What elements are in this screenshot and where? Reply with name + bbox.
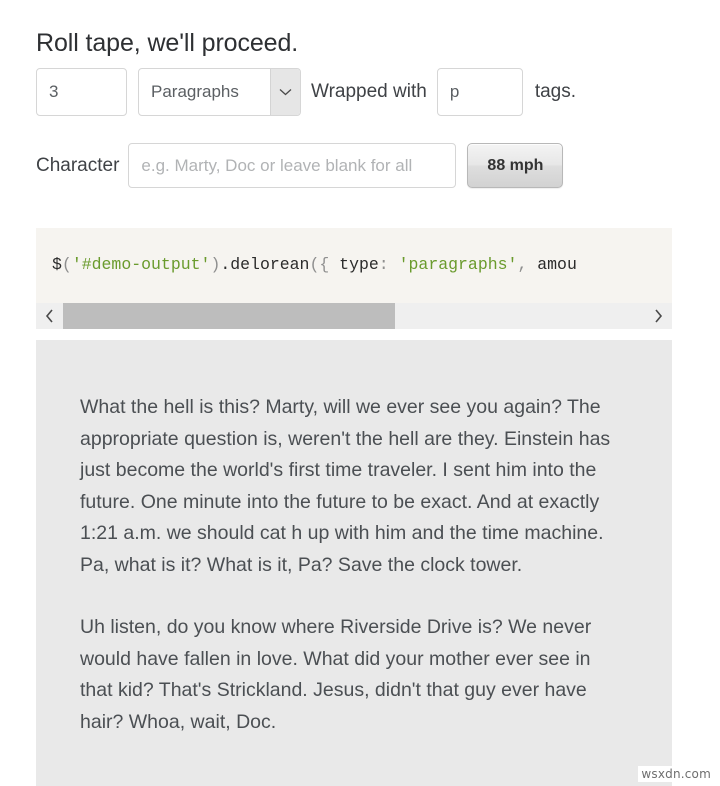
chevron-left-icon[interactable] (36, 303, 63, 329)
tags-label: tags. (534, 81, 577, 102)
output-paragraph: Uh listen, do you know where Riverside D… (80, 616, 592, 733)
generator-options-row: Paragraphs Wrapped with tags. (36, 68, 576, 116)
code-token: 'paragraphs' (398, 255, 518, 274)
code-token: , (517, 255, 528, 274)
code-token: ) (210, 255, 221, 274)
demo-page: Roll tape, we'll proceed. Paragraphs Wra… (0, 0, 720, 786)
submit-button[interactable]: 88 mph (467, 143, 564, 188)
amount-input[interactable] (36, 68, 127, 116)
code-token: : (378, 255, 389, 274)
character-row: Character 88 mph (36, 143, 564, 188)
type-select-value: Paragraphs (151, 82, 239, 101)
code-token: ( (309, 255, 320, 274)
code-token: '#demo-output' (71, 255, 211, 274)
code-token: { (319, 255, 330, 274)
scrollbar-track[interactable] (63, 303, 645, 329)
tag-input[interactable] (436, 68, 523, 116)
code-token: ( (61, 255, 72, 274)
type-select[interactable]: Paragraphs (138, 68, 301, 116)
code-horizontal-scrollbar[interactable] (36, 303, 672, 329)
chevron-right-icon[interactable] (645, 303, 672, 329)
code-token: $ (52, 255, 62, 274)
code-token: .delorean (220, 255, 310, 274)
chevron-down-icon[interactable] (270, 69, 300, 115)
wrapped-with-label: Wrapped with (311, 81, 427, 102)
output-paragraph: What the hell is this? Marty, will we ev… (80, 396, 611, 576)
watermark: wsxdn.com (638, 766, 714, 782)
code-token: type (329, 255, 379, 274)
code-token: amou (527, 255, 577, 274)
code-snippet-line: $('#demo-output').delorean({ type: 'para… (52, 253, 577, 277)
character-input[interactable] (128, 143, 457, 188)
demo-output-area: What the hell is this? Marty, will we ev… (36, 340, 672, 786)
scrollbar-thumb[interactable] (63, 303, 395, 329)
page-title: Roll tape, we'll proceed. (36, 28, 299, 57)
code-snippet-block: $('#demo-output').delorean({ type: 'para… (36, 228, 672, 303)
character-label: Character (36, 154, 120, 176)
